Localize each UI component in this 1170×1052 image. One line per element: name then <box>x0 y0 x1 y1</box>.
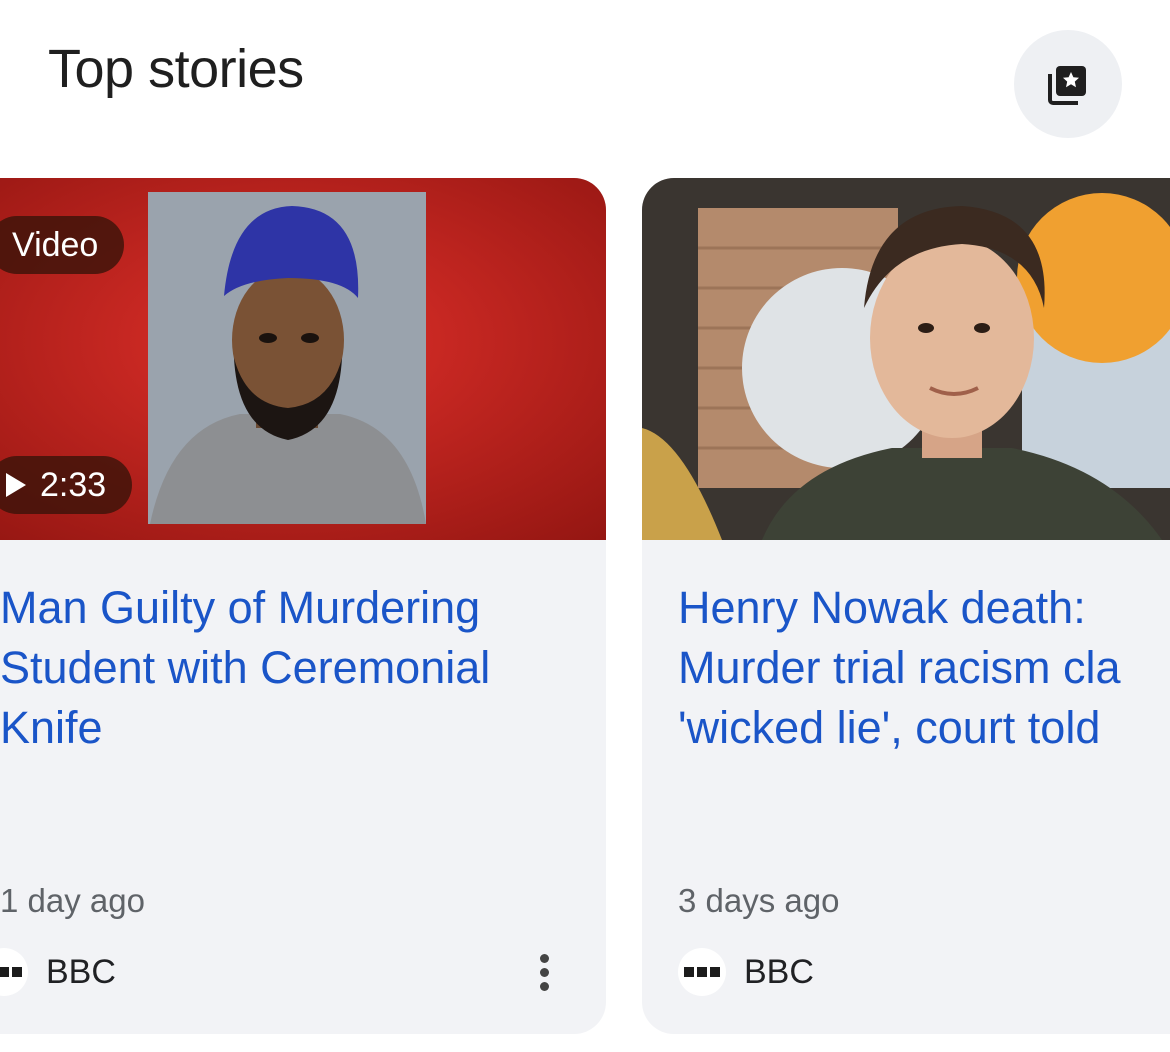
headline-line: Murder trial racism cla <box>678 642 1121 693</box>
more-options-button[interactable] <box>538 954 550 991</box>
source-name: BBC <box>46 952 116 991</box>
headline-line: Student with Ceremonial <box>0 642 491 693</box>
headline-line: Man Guilty of Murdering <box>0 582 481 633</box>
story-headline[interactable]: Man Guilty of Murdering Student with Cer… <box>0 578 490 758</box>
video-badge: Video <box>0 216 125 274</box>
bbc-logo-icon <box>0 948 28 996</box>
bookmark-star-icon <box>1048 66 1086 105</box>
play-icon <box>6 473 26 497</box>
bbc-logo-icon <box>678 948 726 996</box>
headline-line: 'wicked lie', court told <box>678 702 1101 753</box>
story-card[interactable]: Henry Nowak death: Murder trial racism c… <box>642 178 1170 1034</box>
story-time: 1 day ago <box>0 882 145 919</box>
section-title: Top stories <box>48 39 304 99</box>
source-name: BBC <box>744 952 814 991</box>
story-source: BBC <box>0 948 116 996</box>
stories-carousel[interactable]: Video 2:33 Man Guilty of Murdering Stude… <box>0 178 1170 1038</box>
story-source: BBC <box>678 948 814 996</box>
headline-line: Knife <box>0 702 103 753</box>
duration-label: 2:33 <box>40 465 107 504</box>
story-headline[interactable]: Henry Nowak death: Murder trial racism c… <box>678 578 1121 758</box>
story-time: 3 days ago <box>678 882 840 919</box>
save-collection-button[interactable] <box>1014 30 1122 138</box>
story-card[interactable]: Video 2:33 Man Guilty of Murdering Stude… <box>0 178 606 1034</box>
story-thumbnail: Video 2:33 <box>0 178 606 540</box>
headline-line: Henry Nowak death: <box>678 582 1086 633</box>
video-badge-label: Video <box>12 225 99 264</box>
duration-badge: 2:33 <box>0 456 133 514</box>
story-thumbnail <box>642 178 1170 540</box>
